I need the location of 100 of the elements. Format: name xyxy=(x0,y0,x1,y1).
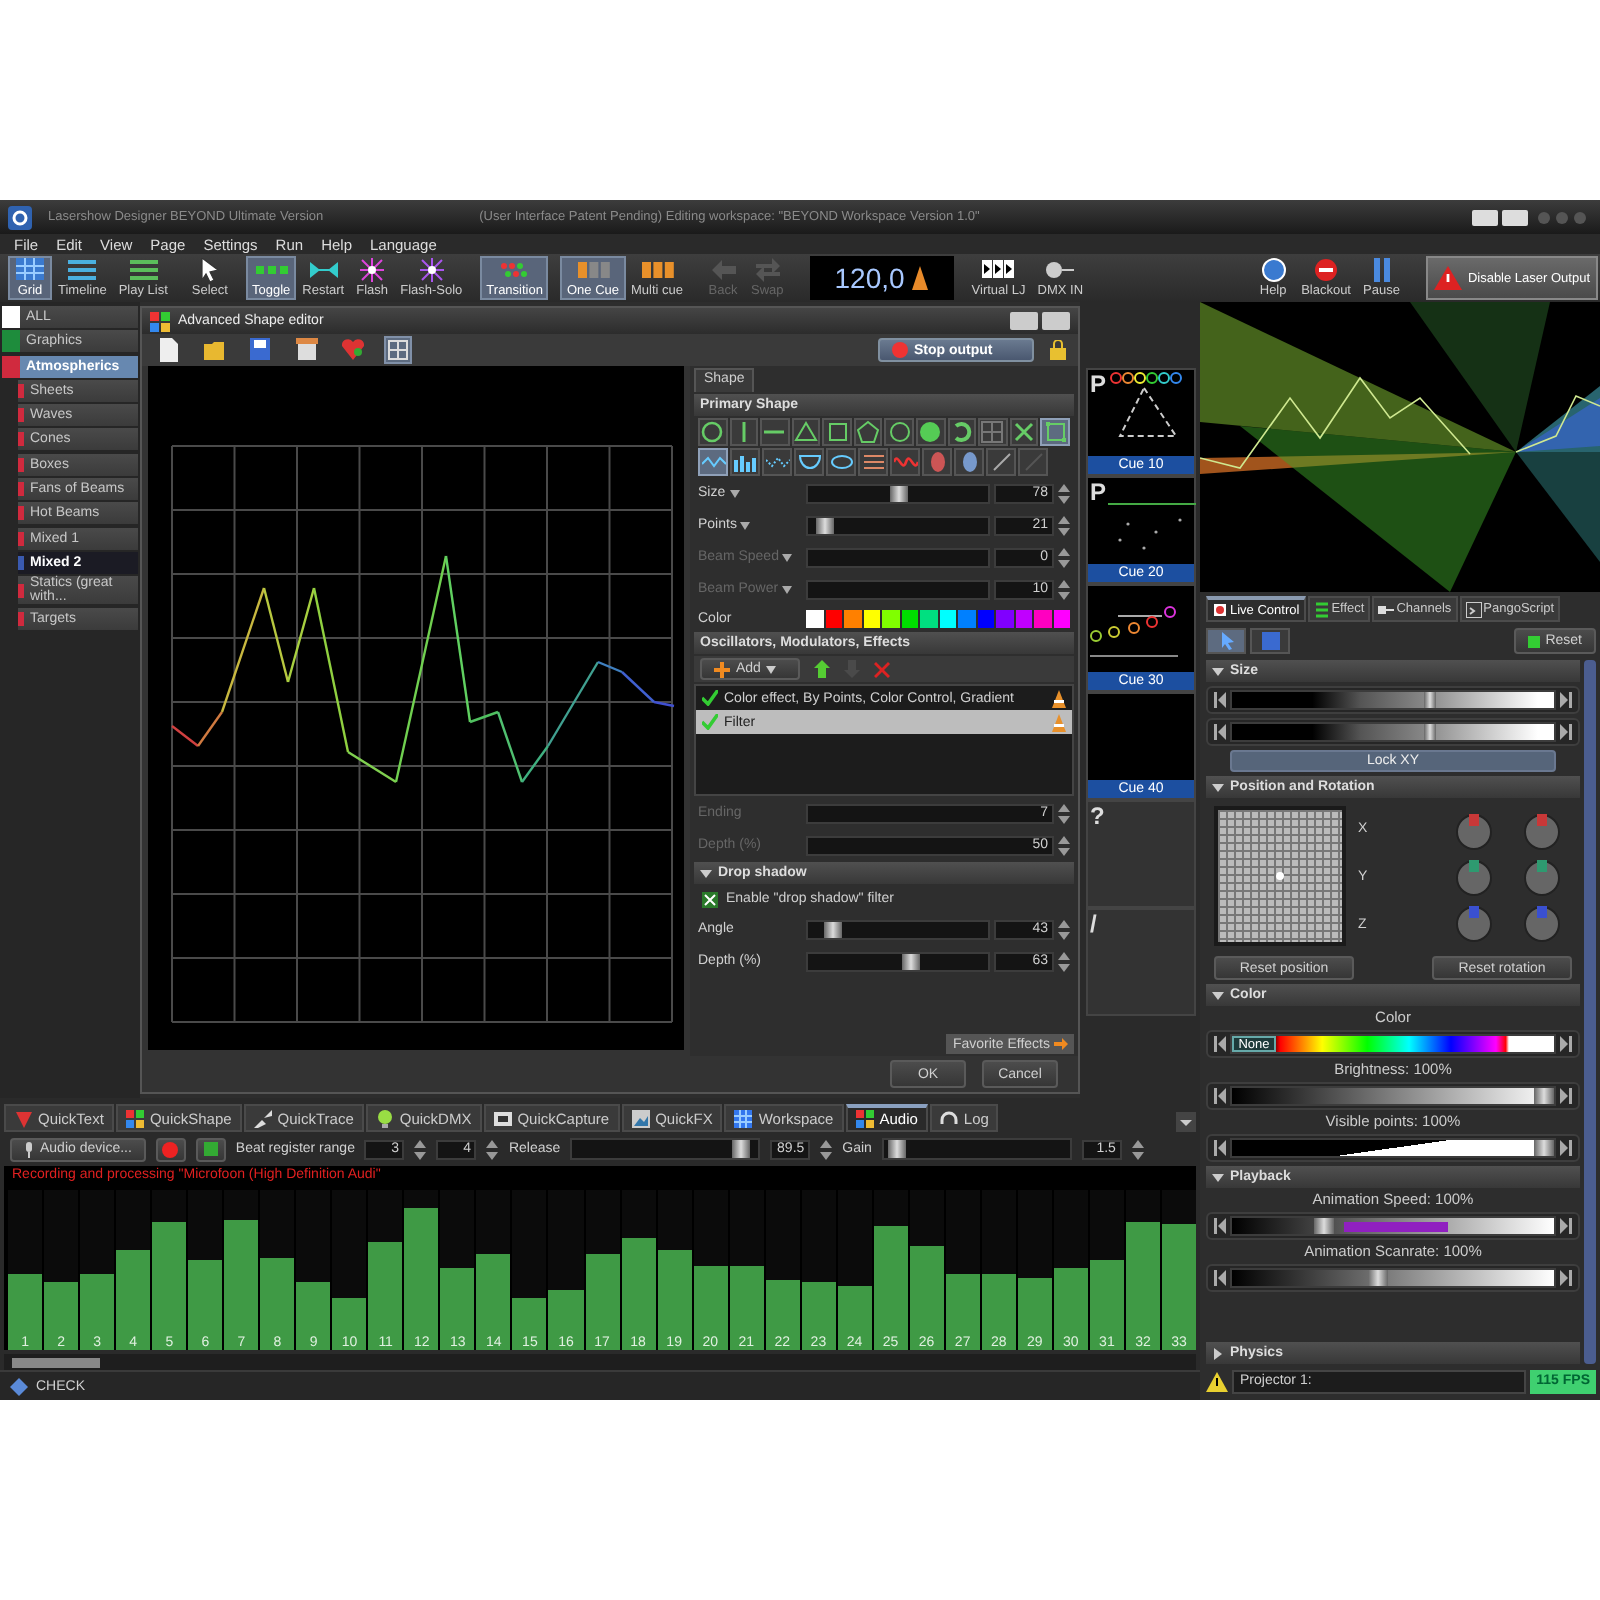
slider-thumb[interactable] xyxy=(889,485,907,501)
shape-tool-button[interactable] xyxy=(760,418,790,446)
track-start-icon[interactable] xyxy=(1214,1086,1226,1106)
slider-track[interactable] xyxy=(806,515,990,535)
rotation-knob[interactable] xyxy=(1524,859,1560,895)
slider-thumb[interactable] xyxy=(824,921,843,937)
slider-track[interactable] xyxy=(806,547,990,567)
slider-thumb[interactable] xyxy=(1534,1088,1554,1104)
shape-tool-button[interactable] xyxy=(947,418,977,446)
color-swatch[interactable] xyxy=(996,609,1013,627)
slider-thumb[interactable] xyxy=(731,1140,750,1158)
track-start-icon[interactable] xyxy=(1214,722,1226,742)
shape-tool-button[interactable] xyxy=(822,418,852,446)
toolbar-button[interactable] xyxy=(246,334,276,366)
color-swatch[interactable] xyxy=(977,609,994,627)
dropdown-caret-icon[interactable] xyxy=(1176,1112,1196,1132)
expand-caret-icon[interactable] xyxy=(1212,1171,1224,1183)
rotation-knob[interactable] xyxy=(1524,905,1560,941)
slider-track[interactable] xyxy=(806,951,990,971)
shape-tool-button[interactable] xyxy=(826,448,856,476)
slider-track[interactable] xyxy=(881,1138,1072,1160)
rotation-knob[interactable] xyxy=(1524,813,1560,849)
expand-caret-icon[interactable] xyxy=(1212,781,1224,793)
color-swatch[interactable] xyxy=(1053,609,1070,627)
shape-tool-button[interactable] xyxy=(954,448,984,476)
color-swatch[interactable] xyxy=(882,609,899,627)
slider-thumb[interactable] xyxy=(901,953,920,969)
shape-tool-button[interactable] xyxy=(698,418,728,446)
slider-track[interactable] xyxy=(806,919,990,939)
expand-caret-icon[interactable] xyxy=(700,867,712,879)
shape-tool-button[interactable] xyxy=(986,448,1016,476)
dropdown-caret-icon[interactable] xyxy=(729,489,740,497)
track-start-icon[interactable] xyxy=(1214,1216,1226,1236)
track-end-icon[interactable] xyxy=(1560,690,1572,710)
window-controls-icon[interactable] xyxy=(1472,207,1592,227)
view-button[interactable] xyxy=(1206,628,1246,654)
track-end-icon[interactable] xyxy=(1560,722,1572,742)
slider-thumb[interactable] xyxy=(1534,1140,1554,1156)
slider-track[interactable] xyxy=(570,1138,761,1160)
track-start-icon[interactable] xyxy=(1214,1138,1226,1158)
shape-tool-button[interactable] xyxy=(729,418,759,446)
color-swatch[interactable] xyxy=(939,609,956,627)
color-swatch[interactable] xyxy=(1015,609,1032,627)
dropdown-caret-icon[interactable] xyxy=(740,521,751,529)
checkmark-icon[interactable] xyxy=(702,690,718,706)
dropdown-caret-icon[interactable] xyxy=(782,553,793,561)
checkmark-icon[interactable] xyxy=(702,714,718,730)
toolbar-button[interactable] xyxy=(154,334,184,366)
shape-tool-button[interactable] xyxy=(794,448,824,476)
rotation-knob[interactable] xyxy=(1456,859,1492,895)
rotation-knob[interactable] xyxy=(1456,813,1492,849)
color-swatch[interactable] xyxy=(844,609,861,627)
expand-caret-icon[interactable] xyxy=(1212,1347,1224,1359)
shape-tool-button[interactable] xyxy=(858,448,888,476)
slider-track[interactable] xyxy=(806,579,990,599)
record-button[interactable] xyxy=(155,1137,186,1161)
scrollbar[interactable] xyxy=(4,1354,1196,1370)
lock-icon[interactable] xyxy=(1050,340,1066,360)
color-swatch[interactable] xyxy=(1034,609,1051,627)
track-start-icon[interactable] xyxy=(1214,1268,1226,1288)
shape-tool-button[interactable] xyxy=(1009,418,1039,446)
color-swatch[interactable] xyxy=(863,609,880,627)
slider-thumb[interactable] xyxy=(1367,1270,1388,1286)
track-end-icon[interactable] xyxy=(1560,1086,1572,1106)
shape-tool-button[interactable] xyxy=(890,448,920,476)
shape-tool-button[interactable] xyxy=(853,418,883,446)
track-end-icon[interactable] xyxy=(1560,1216,1572,1236)
checked-box-icon[interactable] xyxy=(702,891,718,907)
color-swatch[interactable] xyxy=(806,609,823,627)
cue-tile[interactable]: ? xyxy=(1086,800,1196,908)
slider-track[interactable] xyxy=(806,483,990,503)
track-start-icon[interactable] xyxy=(1214,690,1226,710)
track-end-icon[interactable] xyxy=(1560,1138,1572,1158)
position-pad[interactable] xyxy=(1214,806,1346,946)
shape-tool-button[interactable] xyxy=(698,448,728,476)
slider-thumb[interactable] xyxy=(887,1140,906,1158)
slider-thumb[interactable] xyxy=(1424,692,1437,708)
track-start-icon[interactable] xyxy=(1214,1034,1226,1054)
color-swatch[interactable] xyxy=(901,609,918,627)
rotation-knob[interactable] xyxy=(1456,905,1492,941)
color-swatch[interactable] xyxy=(958,609,975,627)
slider-thumb[interactable] xyxy=(1313,1218,1334,1234)
cue-tile[interactable]: / xyxy=(1086,908,1196,1016)
dropdown-caret-icon[interactable] xyxy=(782,585,793,593)
track-end-icon[interactable] xyxy=(1560,1268,1572,1288)
arrow-up-icon[interactable] xyxy=(814,660,830,678)
stop-button[interactable] xyxy=(195,1137,226,1161)
color-swatch[interactable] xyxy=(920,609,937,627)
shape-tool-button[interactable] xyxy=(791,418,821,446)
expand-caret-icon[interactable] xyxy=(1212,989,1224,1001)
grid-toggle-button[interactable] xyxy=(384,336,412,364)
expand-caret-icon[interactable] xyxy=(1212,665,1224,677)
slider-thumb[interactable] xyxy=(816,517,835,533)
shape-tool-button[interactable] xyxy=(762,448,792,476)
window-buttons-icon[interactable] xyxy=(1010,312,1070,330)
shape-tool-button[interactable] xyxy=(730,448,760,476)
slider-thumb[interactable] xyxy=(1424,724,1437,740)
shape-tool-button[interactable] xyxy=(916,418,946,446)
scrollbar[interactable] xyxy=(1584,660,1596,1364)
shape-tool-button[interactable] xyxy=(884,418,915,446)
